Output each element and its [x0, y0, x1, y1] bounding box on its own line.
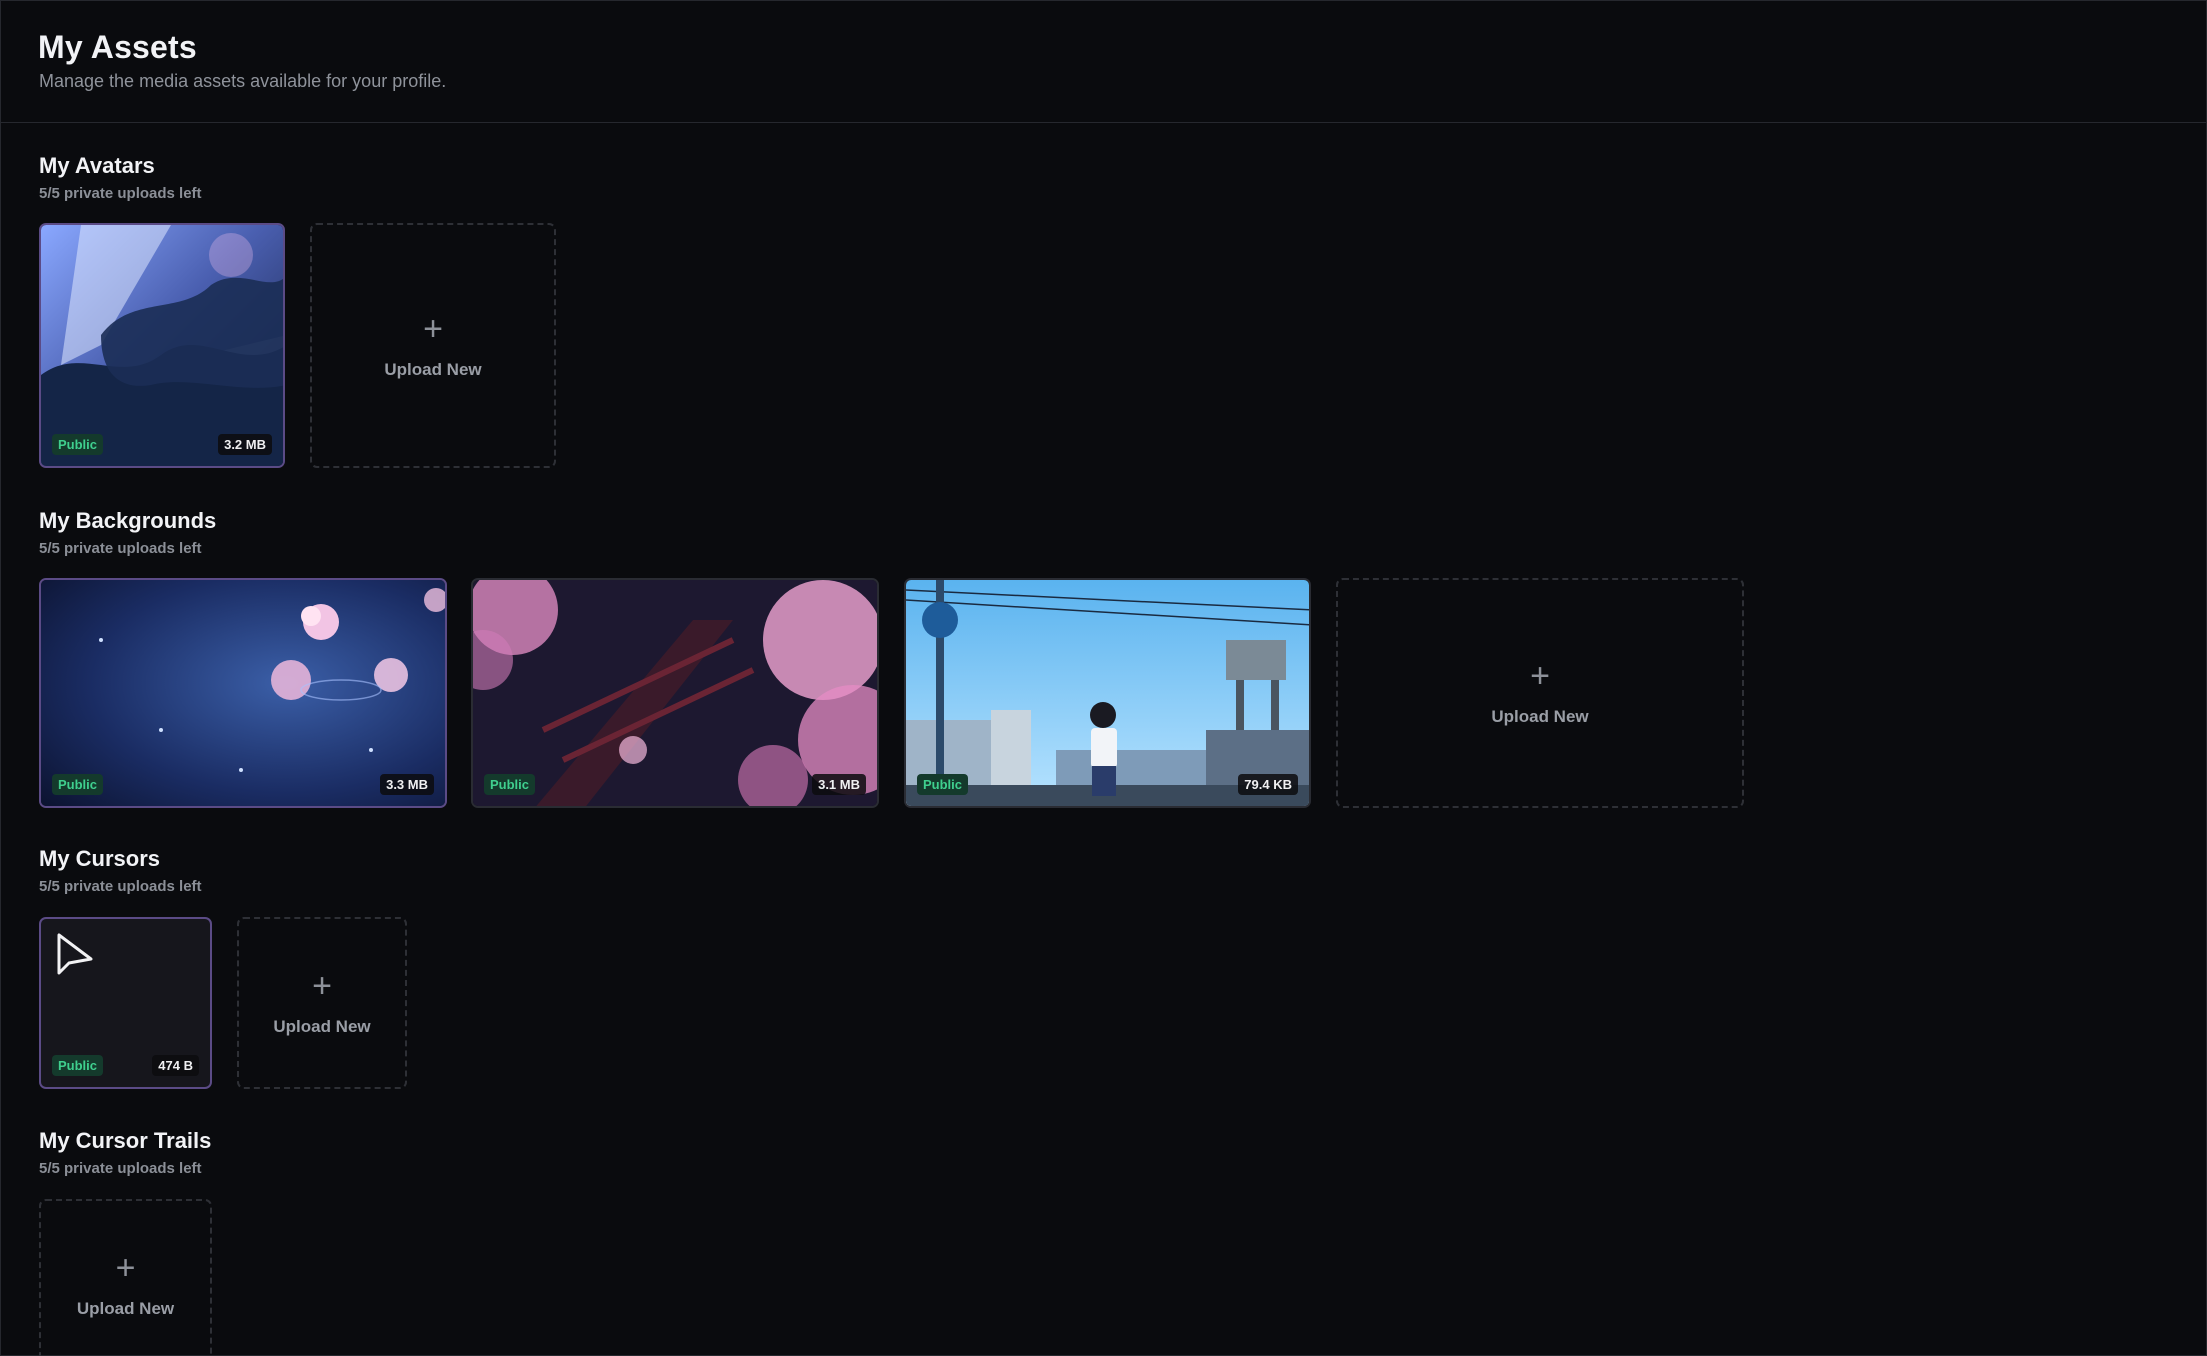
plus-icon: +	[115, 1249, 136, 1287]
file-size-badge: 3.3 MB	[380, 774, 434, 795]
file-size-badge: 79.4 KB	[1238, 774, 1298, 795]
plus-icon: +	[1530, 657, 1550, 695]
cursor-card[interactable]: Public 474 B	[39, 917, 212, 1089]
upload-label: Upload New	[273, 1017, 371, 1036]
section-title-backgrounds: My Backgrounds	[39, 508, 217, 533]
background-card[interactable]: Public 3.1 MB	[471, 578, 879, 808]
upload-background-button[interactable]: + Upload New	[1336, 578, 1744, 808]
file-size-badge: 474 B	[152, 1055, 199, 1076]
visibility-badge: Public	[917, 774, 969, 795]
plus-icon: +	[312, 967, 332, 1005]
visibility-badge: Public	[52, 774, 104, 795]
section-title-cursors: My Cursors	[39, 846, 161, 871]
section-quota-cursors: 5/5 private uploads left	[39, 878, 202, 895]
file-size-badge: 3.2 MB	[218, 434, 272, 455]
visibility-badge: Public	[52, 1055, 104, 1076]
upload-label: Upload New	[76, 1299, 175, 1318]
avatar-card[interactable]: Public 3.2 MB	[39, 223, 285, 468]
upload-avatar-button[interactable]: + Upload New	[310, 223, 556, 468]
background-card[interactable]: Public 3.3 MB	[39, 578, 447, 808]
background-card[interactable]: Public 79.4 KB	[904, 578, 1311, 808]
page-header: My Assets Manage the media assets availa…	[1, 1, 2206, 123]
page-title: My Assets	[38, 29, 197, 65]
upload-label: Upload New	[1491, 707, 1589, 726]
page-subtitle: Manage the media assets available for yo…	[39, 71, 447, 91]
section-quota-avatars: 5/5 private uploads left	[39, 185, 202, 202]
visibility-badge: Public	[52, 434, 104, 455]
upload-cursor-trail-button[interactable]: + Upload New	[39, 1199, 212, 1356]
visibility-badge: Public	[484, 774, 536, 795]
cursor-arrow-icon	[57, 933, 93, 975]
section-quota-backgrounds: 5/5 private uploads left	[39, 540, 202, 557]
section-quota-cursor-trails: 5/5 private uploads left	[39, 1160, 202, 1177]
section-title-avatars: My Avatars	[39, 153, 155, 178]
assets-page: My Assets Manage the media assets availa…	[0, 0, 2207, 1356]
plus-icon: +	[423, 309, 443, 348]
upload-label: Upload New	[384, 359, 482, 379]
file-size-badge: 3.1 MB	[812, 774, 866, 795]
section-title-cursor-trails: My Cursor Trails	[39, 1128, 212, 1153]
upload-cursor-button[interactable]: + Upload New	[237, 917, 407, 1089]
avatar-thumbnail	[41, 225, 283, 466]
